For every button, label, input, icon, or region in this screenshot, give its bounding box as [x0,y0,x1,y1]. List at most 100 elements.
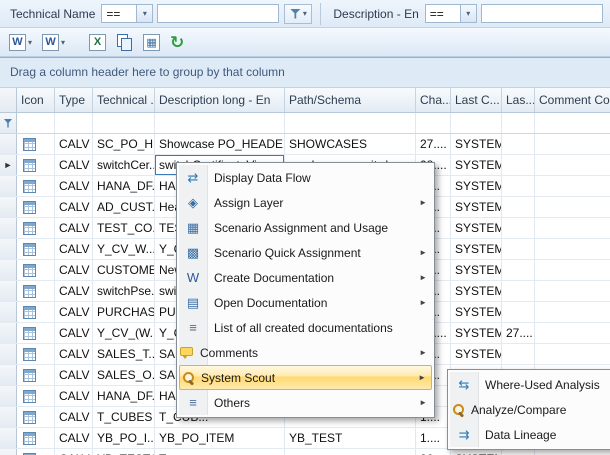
cell-type[interactable]: CALV [55,197,93,217]
row-indicator[interactable]: ► [0,155,17,175]
cell-las[interactable] [502,218,535,238]
cell-type[interactable]: CALV [55,134,93,154]
row-indicator[interactable] [0,302,17,322]
cell-type[interactable]: CALV [55,344,93,364]
cell-technical[interactable]: PURCHAS... [93,302,155,322]
column-header-type[interactable]: Type [55,88,93,112]
menu-item-open-documentation[interactable]: ▤Open Documentation► [179,290,432,315]
cell-comment[interactable] [535,344,610,364]
row-indicator[interactable] [0,134,17,154]
cell-type[interactable]: CALV [55,407,93,427]
cell-type[interactable]: CALV [55,260,93,280]
cell-technical[interactable]: T_CUBES [93,407,155,427]
cell-cha[interactable]: 27.... [416,134,451,154]
cell-technical[interactable]: switchCer... [93,155,155,175]
column-header-cha[interactable]: Cha... [416,88,451,112]
cell-icon[interactable] [17,260,55,280]
cell-type[interactable]: CALV [55,239,93,259]
refresh-button[interactable]: ↻ [168,32,186,53]
column-header-las[interactable]: Las... [502,88,535,112]
cell-last_c[interactable]: SYSTEM [451,260,502,280]
cell-comment[interactable] [535,302,610,322]
cell-path[interactable]: SHOWCASES [285,134,416,154]
cell-icon[interactable] [17,449,55,455]
cell-technical[interactable]: YB_PO_I... [93,428,155,448]
cell-cha[interactable]: 26.... [416,449,451,455]
description-en-filter-input[interactable] [481,4,603,23]
chevron-down-icon[interactable]: ▾ [136,5,152,22]
cell-las[interactable] [502,302,535,322]
word-template-button[interactable]: W▾ [40,32,67,53]
cell-technical[interactable]: Y_CV_(W... [93,323,155,343]
filter-cell-technical[interactable] [93,113,155,133]
cell-type[interactable]: CALV [55,155,93,175]
chevron-down-icon[interactable]: ▾ [61,38,65,47]
filter-button[interactable]: ▾ [284,4,312,24]
cell-icon[interactable] [17,176,55,196]
row-indicator[interactable] [0,239,17,259]
row-indicator[interactable] [0,260,17,280]
menu-item-data-lineage[interactable]: ⇉Data Lineage [450,422,610,447]
row-indicator[interactable] [0,428,17,448]
excel-export-button[interactable]: X [87,32,108,53]
cell-technical[interactable]: SC_PO_H... [93,134,155,154]
cell-icon[interactable] [17,323,55,343]
cell-las[interactable] [502,155,535,175]
row-indicator-header[interactable] [0,88,17,112]
cell-description[interactable]: Showcase PO_HEADER [155,134,285,154]
cell-icon[interactable] [17,281,55,301]
cell-technical[interactable]: switchPse... [93,281,155,301]
menu-item-scenario-assignment-and-usage[interactable]: ▦Scenario Assignment and Usage [179,215,432,240]
cell-last_c[interactable]: SYSTEM [451,281,502,301]
cell-las[interactable] [502,197,535,217]
filter-cell-cha[interactable] [416,113,451,133]
cell-last_c[interactable]: SYSTEM [451,302,502,322]
cell-type[interactable]: CALV [55,176,93,196]
menu-item-list-of-all-created-documentations[interactable]: ≡List of all created documentations [179,315,432,340]
menu-item-analyze-compare[interactable]: Analyze/Compare [450,397,610,422]
cell-las[interactable] [502,239,535,259]
cell-icon[interactable] [17,302,55,322]
technical-name-operator-select[interactable]: == ▾ [101,4,153,23]
table-row[interactable]: CALVSC_PO_H...Showcase PO_HEADERSHOWCASE… [0,134,610,155]
column-header-icon[interactable]: Icon [17,88,55,112]
cell-technical[interactable]: YB_TESTOK... [93,449,155,455]
menu-item-assign-layer[interactable]: ◈Assign Layer► [179,190,432,215]
row-indicator[interactable] [0,449,17,455]
cell-technical[interactable]: HANA_DF... [93,386,155,406]
cell-icon[interactable] [17,218,55,238]
menu-item-system-scout[interactable]: System Scout► [179,365,432,390]
cell-type[interactable]: CALV [55,386,93,406]
cell-comment[interactable] [535,239,610,259]
menu-item-create-documentation[interactable]: WCreate Documentation► [179,265,432,290]
row-indicator[interactable] [0,197,17,217]
menu-item-display-data-flow[interactable]: ⇄Display Data Flow [179,165,432,190]
column-header-technical[interactable]: Technical ... [93,88,155,112]
column-header-path-schema[interactable]: Path/Schema [285,88,416,112]
cell-comment[interactable] [535,260,610,280]
cell-icon[interactable] [17,407,55,427]
cell-technical[interactable]: SALES_T... [93,344,155,364]
cell-last_c[interactable]: SYSTEM [451,155,502,175]
filter-cell-las[interactable] [502,113,535,133]
menu-item-comments[interactable]: Comments► [179,340,432,365]
column-header-description-long-en[interactable]: Description long - En [155,88,285,112]
cell-type[interactable]: CALV [55,218,93,238]
cell-type[interactable]: CALV [55,323,93,343]
cell-comment[interactable] [535,197,610,217]
chevron-down-icon[interactable]: ▾ [460,5,476,22]
cell-technical[interactable]: AD_CUST... [93,197,155,217]
cell-icon[interactable] [17,239,55,259]
filter-cell-icon[interactable] [17,113,55,133]
cell-comment[interactable] [535,134,610,154]
row-indicator[interactable] [0,281,17,301]
cell-icon[interactable] [17,428,55,448]
row-indicator[interactable] [0,365,17,385]
cell-icon[interactable] [17,197,55,217]
cell-type[interactable]: CALV [55,281,93,301]
cell-type[interactable]: CALV [55,428,93,448]
filter-cell-last-c[interactable] [451,113,502,133]
cell-path[interactable] [285,449,416,455]
row-indicator[interactable] [0,218,17,238]
cell-type[interactable]: CALV [55,449,93,455]
